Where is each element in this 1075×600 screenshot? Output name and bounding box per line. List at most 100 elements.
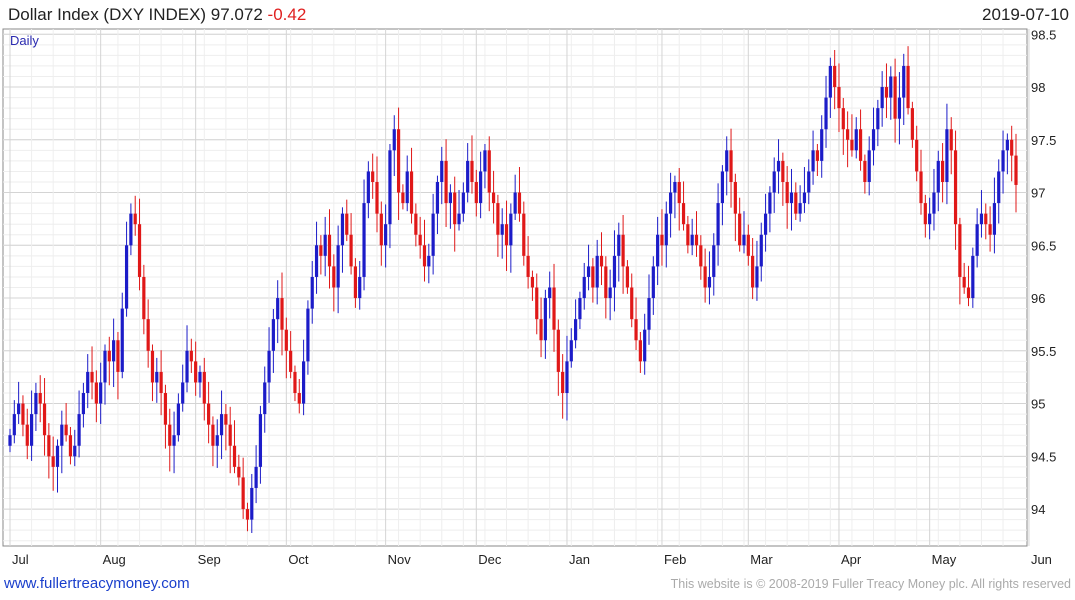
candle (142, 264, 146, 335)
candle (958, 217, 962, 305)
candle (124, 221, 129, 317)
candle (884, 63, 889, 118)
candle (699, 235, 703, 280)
candle (219, 390, 224, 460)
website-link[interactable]: www.fullertreacymoney.com (4, 575, 190, 592)
candle (496, 194, 500, 257)
candle (694, 211, 699, 257)
candle (807, 159, 811, 205)
candle (133, 195, 137, 236)
candle (660, 209, 664, 266)
candle (232, 420, 237, 474)
candle (910, 101, 914, 148)
y-tick-label: 96.5 (1031, 238, 1056, 253)
candle (612, 230, 617, 312)
candle (284, 317, 288, 379)
x-tick-label: Apr (841, 552, 862, 567)
candle (185, 325, 189, 393)
candle (90, 346, 94, 400)
candle (949, 117, 953, 175)
candle (535, 273, 539, 335)
candle (979, 190, 984, 238)
candle (146, 299, 150, 368)
candle (116, 332, 120, 400)
candle (310, 261, 314, 324)
candle (448, 184, 452, 229)
candle (941, 143, 945, 203)
candle (625, 260, 630, 294)
candle (841, 97, 845, 155)
candle (55, 439, 60, 493)
candle (258, 405, 263, 484)
candle (936, 150, 940, 212)
candle (349, 213, 353, 275)
candle (595, 239, 599, 305)
candle (137, 198, 142, 291)
candle (785, 166, 789, 229)
candle (617, 222, 621, 282)
x-tick-label: Oct (288, 552, 309, 567)
candle (897, 72, 902, 145)
x-axis-labels: JulAugSepOctNovDecJanFebMarAprMayJunJul (12, 552, 1052, 567)
x-tick-label: Mar (750, 552, 773, 567)
candle (440, 146, 444, 205)
candle (228, 406, 232, 474)
candle (720, 165, 725, 226)
candle (112, 318, 116, 388)
candle (470, 135, 474, 194)
candle (224, 403, 228, 451)
candle (474, 169, 478, 217)
copyright-text: This website is © 2008-2019 Fuller Treac… (670, 577, 1071, 591)
x-tick-label: Dec (478, 552, 502, 567)
candle (103, 344, 107, 405)
x-tick-label: Jul (12, 552, 29, 567)
candle (833, 50, 837, 110)
candle (776, 139, 781, 194)
candle (664, 201, 668, 268)
candle (820, 115, 824, 178)
candle (422, 219, 427, 282)
candle (375, 156, 379, 233)
y-tick-label: 98 (1031, 80, 1045, 95)
candle (915, 125, 919, 182)
candle (755, 240, 759, 301)
candle (971, 247, 975, 308)
candle (47, 423, 51, 479)
candle (120, 292, 124, 379)
candle (289, 331, 293, 379)
candle (8, 428, 12, 453)
candle (12, 400, 16, 444)
candle (479, 151, 483, 219)
candle (250, 473, 254, 533)
candle (867, 136, 871, 196)
candle (686, 215, 690, 254)
candle (64, 402, 68, 442)
candle (42, 378, 47, 456)
candle (919, 149, 923, 215)
candle (928, 197, 932, 240)
candle (202, 357, 206, 421)
period-label: Daily (10, 33, 39, 48)
y-tick-label: 94.5 (1031, 449, 1056, 464)
candle (409, 147, 414, 224)
candle (418, 216, 422, 259)
candle (681, 181, 686, 231)
candle (1014, 133, 1018, 213)
candle (526, 236, 530, 289)
candle (271, 308, 275, 373)
candle (984, 203, 988, 240)
y-tick-label: 98.5 (1031, 27, 1056, 42)
x-tick-label: Sep (198, 552, 221, 567)
candle (634, 297, 638, 351)
candle (906, 46, 910, 115)
candle (358, 261, 362, 310)
candle (975, 208, 979, 268)
candle (673, 175, 677, 219)
candle (189, 338, 193, 373)
candle (254, 445, 258, 504)
candle (746, 224, 750, 266)
candle (401, 184, 405, 210)
candle (677, 167, 681, 231)
candle (578, 291, 582, 330)
candlestick-chart: 94 94.5 95 95.5 96 96.5 97 97.5 98 98.5 Jul Aug Sep… (2, 27, 1056, 567)
